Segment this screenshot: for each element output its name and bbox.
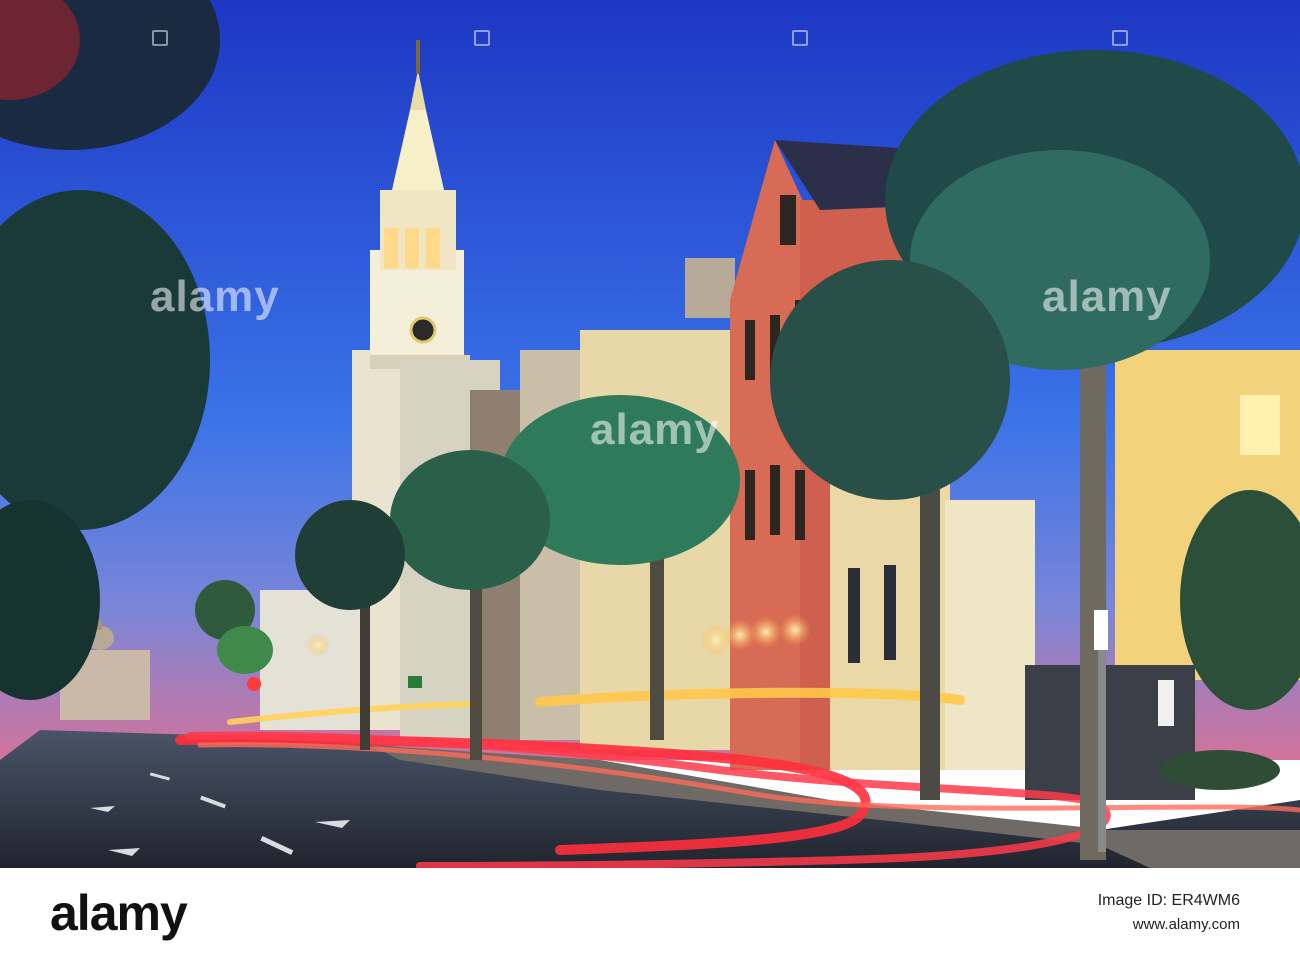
watermark-text: alamy <box>1042 272 1172 321</box>
watermark-text: alamy <box>150 272 280 321</box>
watermark-text: alamy <box>590 405 720 454</box>
image-id: Image ID: ER4WM6 <box>1097 892 1240 909</box>
watermark-mark <box>474 30 490 46</box>
site-url[interactable]: www.alamy.com <box>1098 916 1240 933</box>
watermark-mark <box>1112 30 1128 46</box>
footer-bar: alamy Image ID: ER4WM6 www.alamy.com <box>0 868 1300 956</box>
street-photo: alamy alamy alamy <box>0 0 1300 868</box>
watermark-mark <box>792 30 808 46</box>
alamy-logo[interactable]: alamy <box>50 884 188 942</box>
watermark-mark <box>152 30 168 46</box>
image-meta: Image ID: ER4WM6 www.alamy.com <box>1098 892 1240 933</box>
